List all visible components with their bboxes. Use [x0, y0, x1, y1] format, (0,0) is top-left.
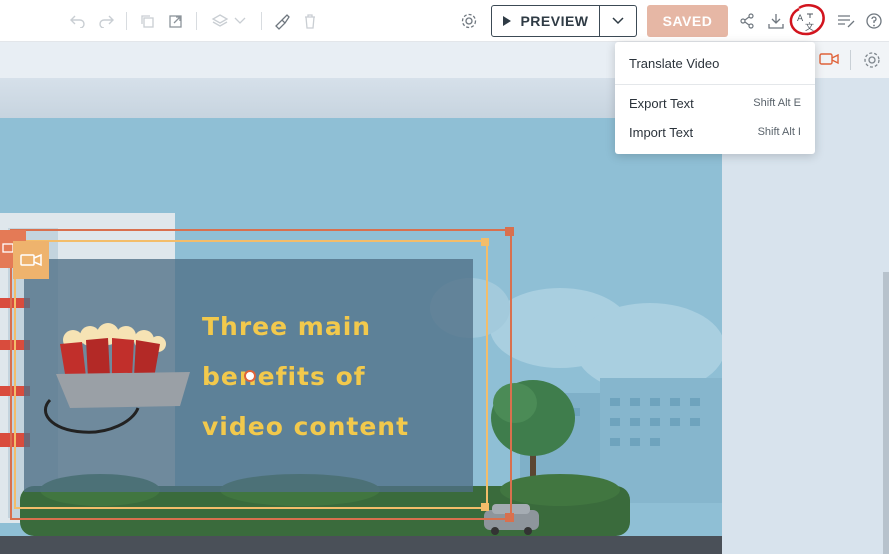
- redo-icon[interactable]: [96, 11, 116, 31]
- scene-road-strip: [0, 536, 722, 554]
- saved-button[interactable]: SAVED: [647, 5, 728, 37]
- menu-item-label: Translate Video: [629, 55, 720, 71]
- menu-item-shortcut: Shift Alt E: [753, 97, 801, 109]
- preview-button[interactable]: PREVIEW: [492, 6, 600, 36]
- paint-brush-icon[interactable]: [272, 11, 292, 31]
- export-dropdown-menu: Translate Video Export Text Shift Alt E …: [615, 42, 815, 154]
- help-icon[interactable]: [864, 11, 884, 31]
- resize-handle[interactable]: [505, 227, 514, 236]
- layer-badge-inner[interactable]: [13, 241, 49, 279]
- undo-icon[interactable]: [68, 11, 88, 31]
- red-annotation-circle-icon: [789, 4, 825, 36]
- top-toolbar: PREVIEW SAVED A文: [0, 0, 889, 42]
- scene-settings-gear-icon[interactable]: [862, 50, 882, 75]
- layers-icon[interactable]: [210, 11, 230, 31]
- resize-handle[interactable]: [481, 238, 489, 246]
- script-edit-icon[interactable]: [836, 11, 856, 31]
- preview-options-button[interactable]: [600, 6, 636, 36]
- preview-button-label: PREVIEW: [520, 13, 589, 29]
- menu-divider: [615, 84, 815, 85]
- inner-selection-frame[interactable]: [14, 240, 488, 509]
- video-camera-icon[interactable]: [819, 52, 839, 71]
- resize-handle[interactable]: [481, 503, 489, 511]
- menu-item-shortcut: Shift Alt I: [757, 126, 801, 138]
- menu-item-label: Export Text: [629, 95, 694, 111]
- right-panel-scrollbar[interactable]: [883, 272, 889, 554]
- trash-icon[interactable]: [300, 11, 320, 31]
- resize-handle[interactable]: [505, 513, 514, 522]
- toolbar-divider: [850, 50, 851, 70]
- video-scene-canvas[interactable]: Three main benefits of video content: [0, 118, 722, 536]
- chevron-down-icon: [612, 17, 624, 25]
- video-camera-icon: [20, 253, 42, 267]
- menu-item-translate-video[interactable]: Translate Video: [615, 50, 815, 76]
- play-icon: [503, 16, 512, 26]
- copy-icon[interactable]: [137, 11, 157, 31]
- toolbar-divider: [126, 12, 127, 30]
- menu-item-export-text[interactable]: Export Text Shift Alt E: [615, 90, 815, 116]
- stage-top-margin: [0, 78, 722, 118]
- toolbar-divider: [196, 12, 197, 30]
- share-icon[interactable]: [737, 11, 757, 31]
- preview-button-group: PREVIEW: [491, 5, 637, 37]
- chevron-down-icon[interactable]: [230, 11, 250, 31]
- toolbar-divider: [261, 12, 262, 30]
- paste-icon[interactable]: [166, 11, 186, 31]
- download-icon[interactable]: [766, 11, 786, 31]
- settings-gear-icon[interactable]: [459, 11, 479, 31]
- menu-item-import-text[interactable]: Import Text Shift Alt I: [615, 119, 815, 145]
- menu-item-label: Import Text: [629, 124, 694, 140]
